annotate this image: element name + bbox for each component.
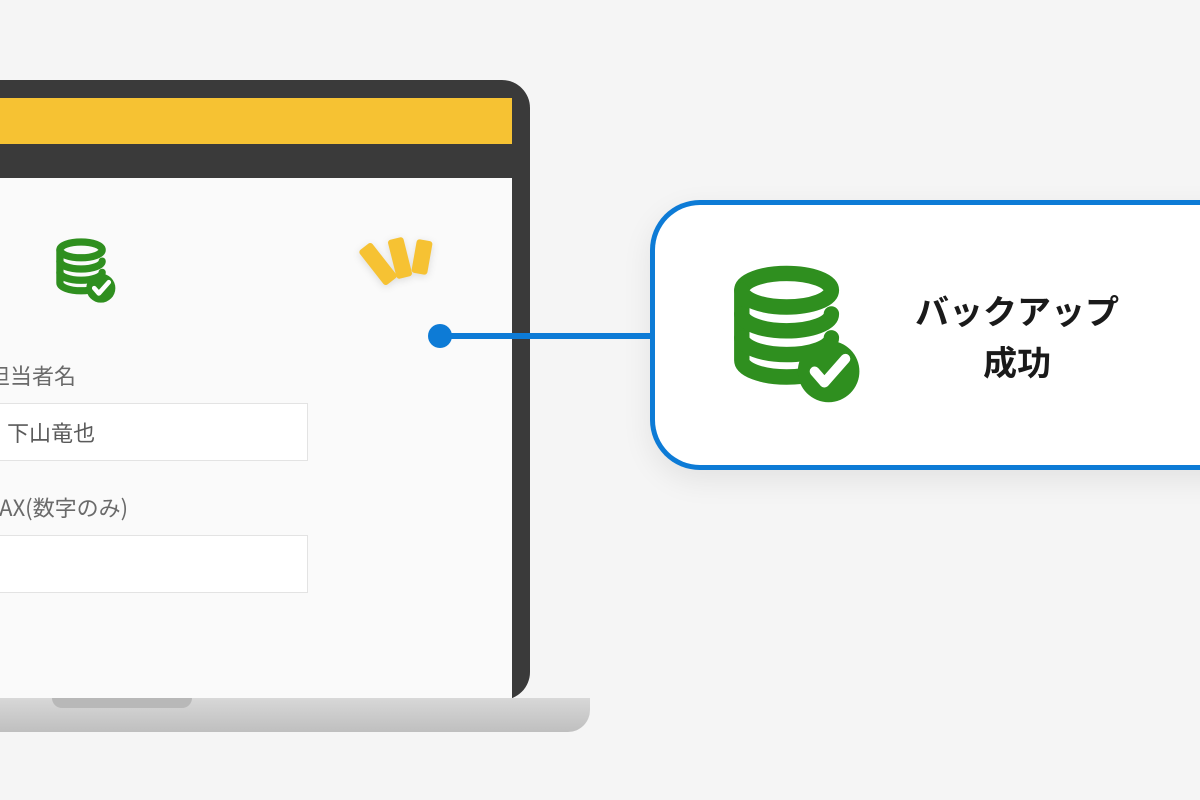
contact-input[interactable]: 下山竜也: [0, 403, 308, 461]
callout-connector-line: [448, 333, 653, 339]
database-check-icon: [52, 238, 118, 304]
database-check-icon: [725, 265, 865, 405]
app-titlebar: [0, 98, 512, 144]
callout-anchor-dot: [428, 324, 452, 348]
laptop-bezel: 担当者名 下山竜也 FAX(数字のみ): [0, 80, 530, 700]
app-menubar: [0, 144, 512, 178]
fax-label: FAX(数字のみ): [0, 491, 472, 523]
contact-value: 下山竜也: [7, 416, 95, 448]
callout-line2: 成功: [983, 336, 1051, 385]
laptop-frame: 担当者名 下山竜也 FAX(数字のみ): [0, 80, 530, 700]
field-group-contact: 担当者名 下山竜也: [0, 359, 472, 461]
field-group-fax: FAX(数字のみ): [0, 491, 472, 593]
callout-text: バックアップ 成功: [915, 284, 1119, 386]
backup-success-callout: バックアップ 成功: [650, 200, 1200, 470]
contact-label: 担当者名: [0, 359, 472, 391]
app-body: 担当者名 下山竜也 FAX(数字のみ): [0, 178, 512, 700]
app-screen: 担当者名 下山竜也 FAX(数字のみ): [0, 98, 512, 700]
toolbar: [0, 238, 472, 309]
form: 担当者名 下山竜也 FAX(数字のみ): [0, 359, 472, 593]
laptop-base: [0, 698, 590, 732]
callout-line1: バックアップ: [915, 285, 1119, 334]
fax-input[interactable]: [0, 535, 308, 593]
backup-status-button[interactable]: [52, 238, 118, 309]
